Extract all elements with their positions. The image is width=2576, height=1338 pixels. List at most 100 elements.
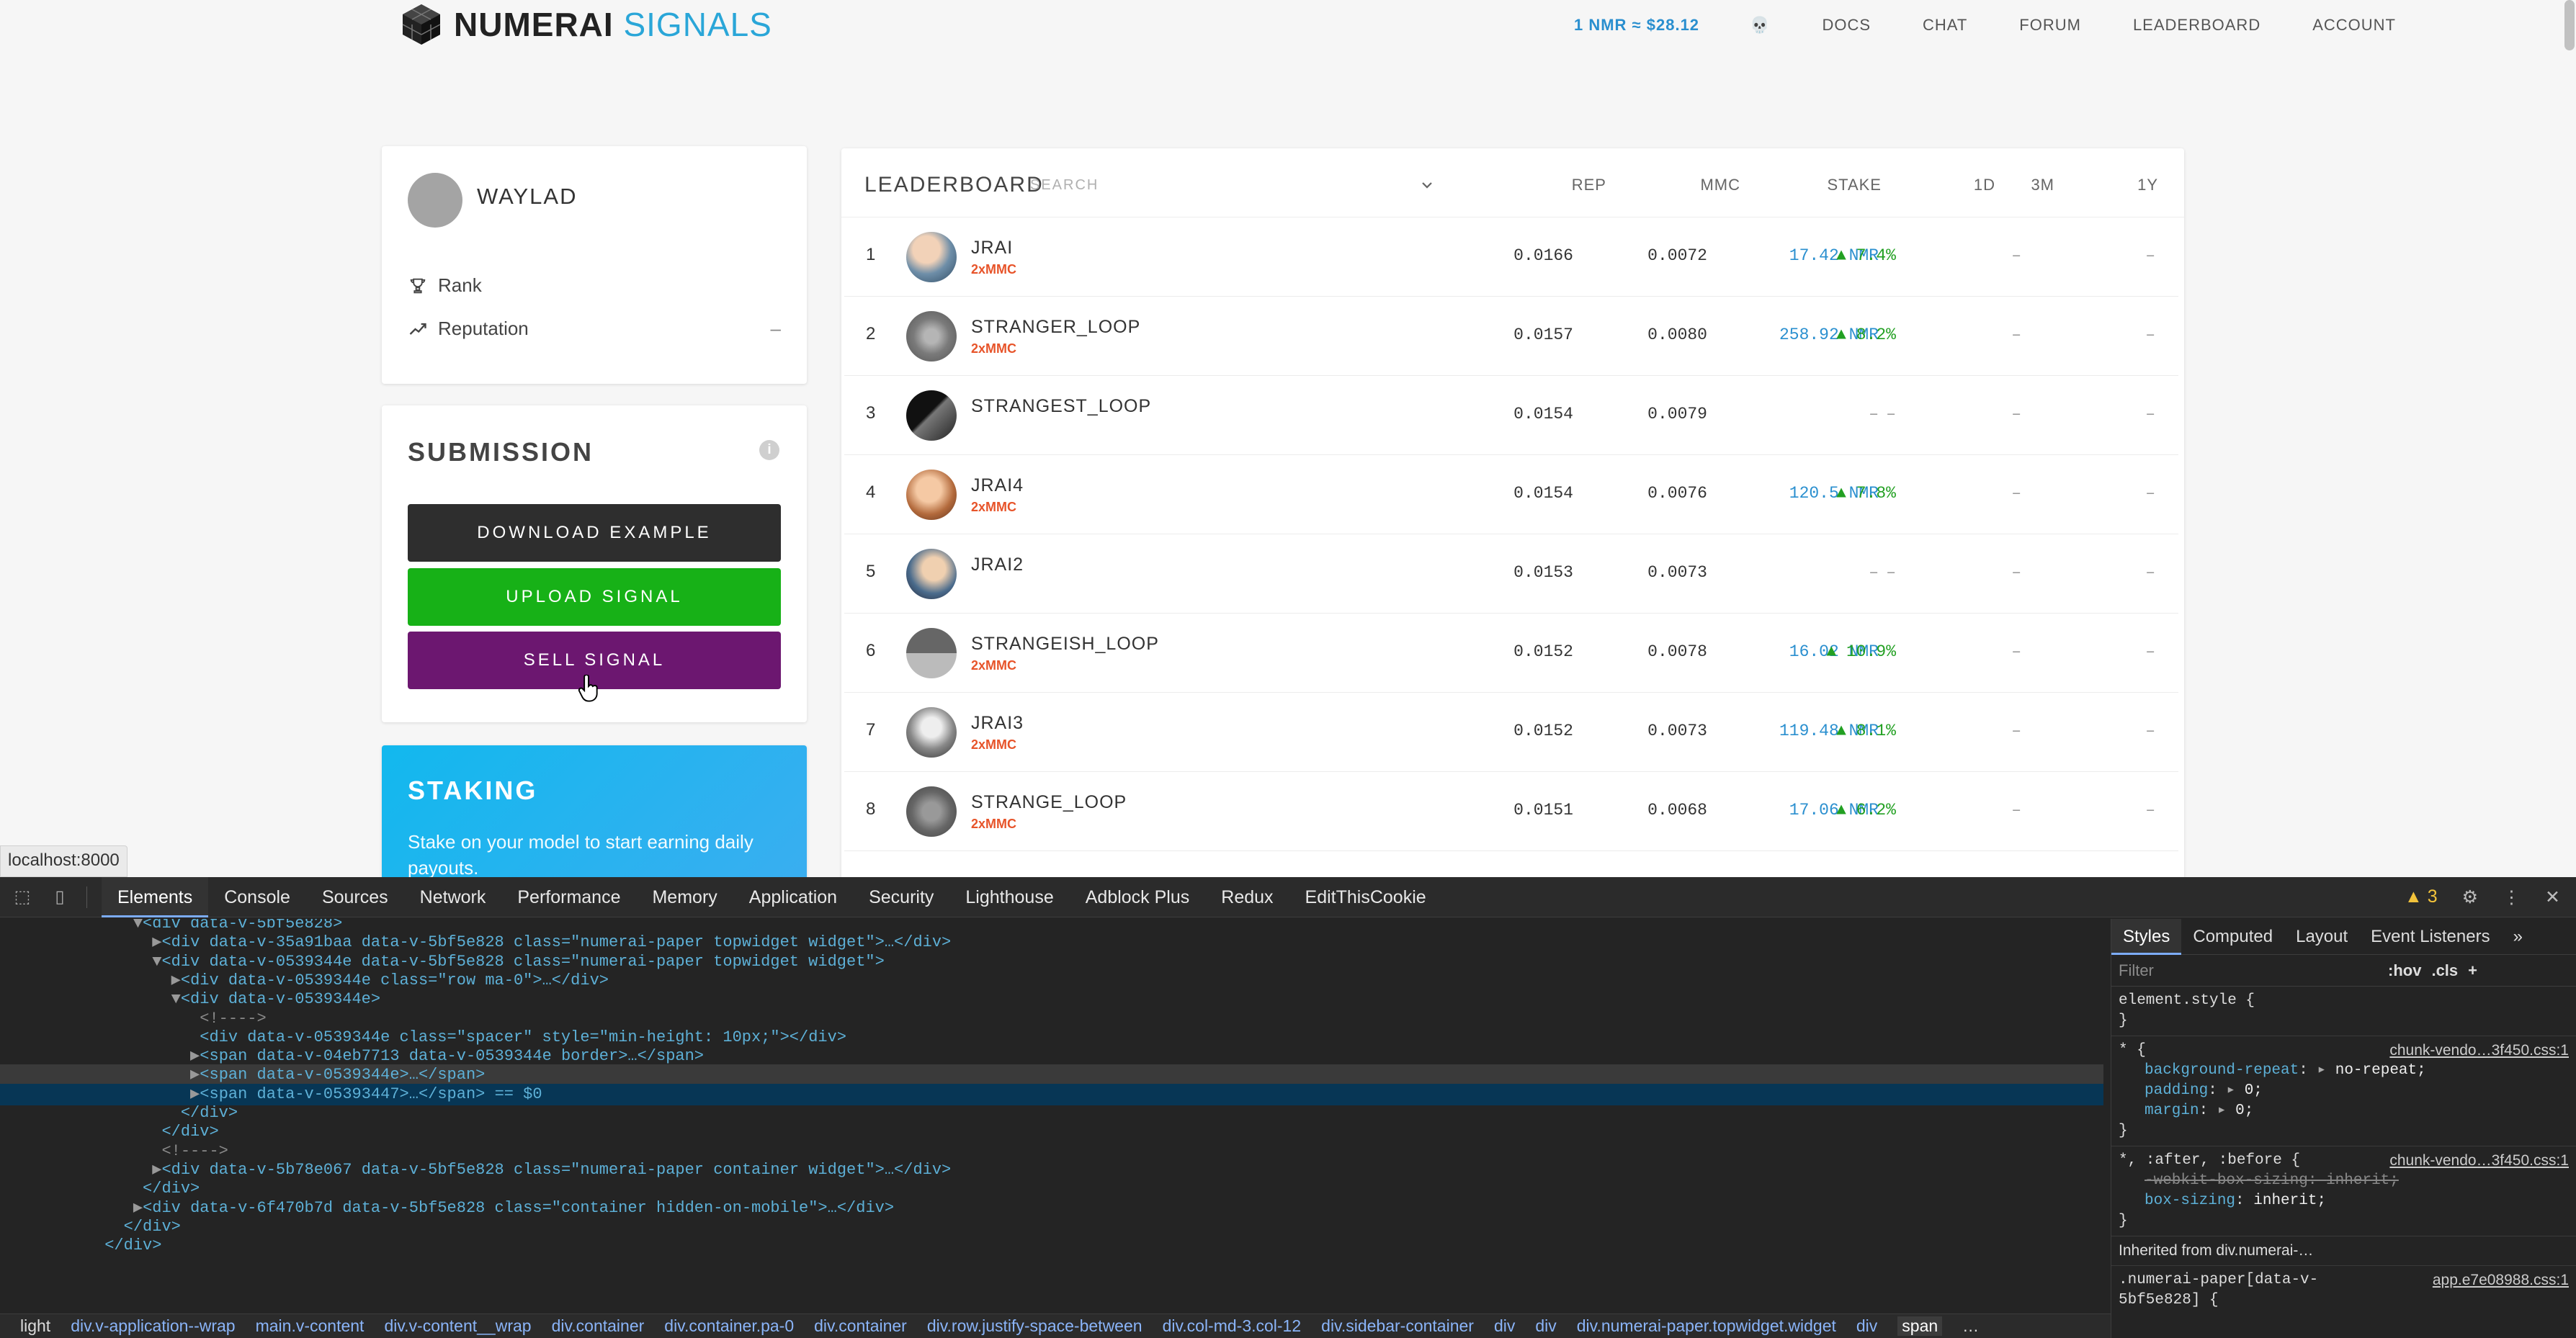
styles-tab-event-listeners[interactable]: Event Listeners	[2359, 919, 2501, 955]
breadcrumb-item[interactable]: main.v-content	[256, 1316, 365, 1336]
devtools-tab-network[interactable]: Network	[404, 877, 502, 917]
expand-arrow-icon[interactable]: ▸	[2226, 1082, 2244, 1099]
more-tabs-icon[interactable]: »	[2502, 919, 2534, 955]
model-avatar[interactable]	[906, 707, 957, 758]
upload-signal-button[interactable]: UPLOAD SIGNAL	[408, 568, 781, 626]
rule-property[interactable]: box-sizing: inherit;	[2119, 1191, 2569, 1211]
pseudo-rule[interactable]: chunk-vendo…3f450.css:1 *, :after, :befo…	[2111, 1146, 2576, 1236]
breadcrumb-item[interactable]: light	[20, 1316, 50, 1336]
model-name[interactable]: JRAI2	[971, 554, 1024, 575]
model-name[interactable]: STRANGER_LOOP	[971, 317, 1140, 338]
breadcrumb-item[interactable]: div.container	[814, 1316, 907, 1336]
expand-arrow-icon[interactable]: ▸	[2317, 1062, 2335, 1079]
nav-docs[interactable]: DOCS	[1822, 16, 1871, 35]
model-avatar[interactable]	[906, 470, 957, 520]
breadcrumb-item[interactable]: div	[1535, 1316, 1556, 1336]
more-options-icon[interactable]: ⋮	[2503, 886, 2521, 908]
col-mmc[interactable]: MMC	[1654, 176, 1740, 194]
sort-chevron-down-icon[interactable]	[1421, 179, 1434, 192]
leaderboard-row[interactable]: 3 STRANGEST_LOOP 0.0154 0.0079– – – –	[844, 376, 2178, 455]
dom-node-line[interactable]: </div>	[0, 1235, 2103, 1257]
model-avatar[interactable]	[906, 549, 957, 599]
staking-card[interactable]: STAKING Stake on your model to start ear…	[382, 745, 807, 877]
rule-source-link[interactable]: app.e7e08988.css:1	[2433, 1270, 2569, 1290]
devtools-tab-security[interactable]: Security	[853, 877, 949, 917]
model-name[interactable]: JRAI4	[971, 475, 1024, 496]
rule-source-link[interactable]: chunk-vendo…3f450.css:1	[2389, 1041, 2569, 1061]
close-devtools-icon[interactable]: ✕	[2545, 886, 2560, 908]
breadcrumb-item[interactable]: div.container.pa-0	[664, 1316, 794, 1336]
rule-source-link[interactable]: chunk-vendo…3f450.css:1	[2389, 1151, 2569, 1171]
model-avatar[interactable]	[906, 390, 957, 441]
leaderboard-row[interactable]: 1 JRAI 2xMMC 0.0166 0.0072 17.42 NMR ▲ 7.4% – –	[844, 217, 2178, 297]
numerai-paper-rule[interactable]: app.e7e08988.css:1 .numerai-paper[data-v…	[2111, 1266, 2576, 1315]
devtools-tab-adblock-plus[interactable]: Adblock Plus	[1070, 877, 1206, 917]
leaderboard-row[interactable]: 2 STRANGER_LOOP 2xMMC 0.0157 0.0080 258.92 NM…	[844, 297, 2178, 376]
model-avatar[interactable]	[906, 786, 957, 837]
breadcrumb-item[interactable]: div	[1494, 1316, 1515, 1336]
styles-tab-layout[interactable]: Layout	[2284, 919, 2359, 955]
leaderboard-search-input[interactable]	[1030, 177, 1174, 194]
devtools-tab-performance[interactable]: Performance	[501, 877, 636, 917]
download-example-button[interactable]: DOWNLOAD EXAMPLE	[408, 504, 781, 562]
nav-account[interactable]: ACCOUNT	[2312, 16, 2396, 35]
leaderboard-row[interactable]: 6 STRANGEISH_LOOP 2xMMC 0.0152 0.0078 16.02 N…	[844, 614, 2178, 693]
styles-filter-input[interactable]	[2119, 961, 2378, 980]
model-name[interactable]: STRANGE_LOOP	[971, 792, 1127, 813]
col-stake[interactable]: STAKE	[1781, 176, 1882, 194]
styles-tab-computed[interactable]: Computed	[2181, 919, 2284, 955]
expand-arrow-icon[interactable]: ▸	[2217, 1103, 2235, 1119]
devtools-tab-memory[interactable]: Memory	[636, 877, 733, 917]
breadcrumb-item[interactable]: div.container	[552, 1316, 645, 1336]
breadcrumb-item[interactable]: div.v-content__wrap	[384, 1316, 531, 1336]
leaderboard-row[interactable]: 8 STRANGE_LOOP 2xMMC 0.0151 0.0068 17.06 NMR ▲…	[844, 772, 2178, 851]
col-3m[interactable]: 3M	[1997, 176, 2054, 194]
settings-gear-icon[interactable]: ⚙	[2462, 886, 2478, 908]
info-icon[interactable]: i	[759, 440, 779, 460]
model-name[interactable]: STRANGEISH_LOOP	[971, 634, 1159, 655]
col-1y[interactable]: 1Y	[2101, 176, 2158, 194]
leaderboard-row[interactable]: 7 JRAI3 2xMMC 0.0152 0.0073 119.48 NMR ▲ 8.1% –…	[844, 693, 2178, 772]
skull-icon[interactable]: 💀	[1750, 16, 1770, 35]
styles-tab-styles[interactable]: Styles	[2111, 918, 2182, 955]
col-1d[interactable]: 1D	[1938, 176, 1995, 194]
col-rep[interactable]: REP	[1520, 176, 1606, 194]
rule-property[interactable]: -webkit-box-sizing: inherit;	[2119, 1171, 2569, 1191]
breadcrumb-item[interactable]: div.col-md-3.col-12	[1163, 1316, 1302, 1336]
devtools-tab-application[interactable]: Application	[733, 877, 853, 917]
nav-chat[interactable]: CHAT	[1923, 16, 1967, 35]
brand[interactable]: NUMERAI SIGNALS	[399, 0, 772, 49]
breadcrumb-item[interactable]: div	[1856, 1316, 1877, 1336]
model-avatar[interactable]	[906, 232, 957, 282]
new-rule-icon[interactable]: +	[2468, 961, 2477, 980]
nav-forum[interactable]: FORUM	[2019, 16, 2081, 35]
devtools-tab-console[interactable]: Console	[208, 877, 306, 917]
universal-rule[interactable]: chunk-vendo…3f450.css:1 * { background-r…	[2111, 1036, 2576, 1146]
breadcrumb-item[interactable]: div.numerai-paper.topwidget.widget	[1577, 1316, 1836, 1336]
warning-badge[interactable]: ▲ 3	[2405, 886, 2438, 907]
model-name[interactable]: JRAI3	[971, 713, 1024, 734]
device-toolbar-icon[interactable]: ▯	[45, 882, 75, 912]
model-avatar[interactable]	[906, 311, 957, 362]
page-scrollbar[interactable]	[2564, 0, 2575, 50]
devtools-tab-redux[interactable]: Redux	[1205, 877, 1289, 917]
leaderboard-row[interactable]: 4 JRAI4 2xMMC 0.0154 0.0076 120.5 NMR ▲ 7.8% – –	[844, 455, 2178, 534]
model-name[interactable]: STRANGEST_LOOP	[971, 396, 1151, 417]
breadcrumb-item[interactable]: div.sidebar-container	[1321, 1316, 1474, 1336]
model-name[interactable]: JRAI	[971, 238, 1013, 259]
rule-property[interactable]: padding: ▸ 0;	[2119, 1081, 2569, 1101]
devtools-tab-lighthouse[interactable]: Lighthouse	[949, 877, 1069, 917]
breadcrumb-item[interactable]: div.row.justify-space-between	[927, 1316, 1142, 1336]
nav-leaderboard[interactable]: LEADERBOARD	[2133, 16, 2260, 35]
rule-property[interactable]: background-repeat: ▸ no-repeat;	[2119, 1061, 2569, 1081]
rule-property[interactable]: margin: ▸ 0;	[2119, 1101, 2569, 1121]
cls-toggle[interactable]: .cls	[2431, 961, 2458, 980]
devtools-tab-editthiscookie[interactable]: EditThisCookie	[1289, 877, 1442, 917]
devtools-tab-elements[interactable]: Elements	[102, 876, 209, 917]
elements-tree[interactable]: ▼<div data-v-5bf5e828> ▶<div data-v-35a9…	[0, 919, 2103, 1314]
element-style-rule[interactable]: element.style { }	[2111, 987, 2576, 1036]
hov-toggle[interactable]: :hov	[2388, 961, 2421, 980]
inspect-element-icon[interactable]: ⬚	[7, 882, 37, 912]
model-avatar[interactable]	[906, 628, 957, 678]
leaderboard-row[interactable]: 5 JRAI2 0.0153 0.0073– – – –	[844, 534, 2178, 614]
